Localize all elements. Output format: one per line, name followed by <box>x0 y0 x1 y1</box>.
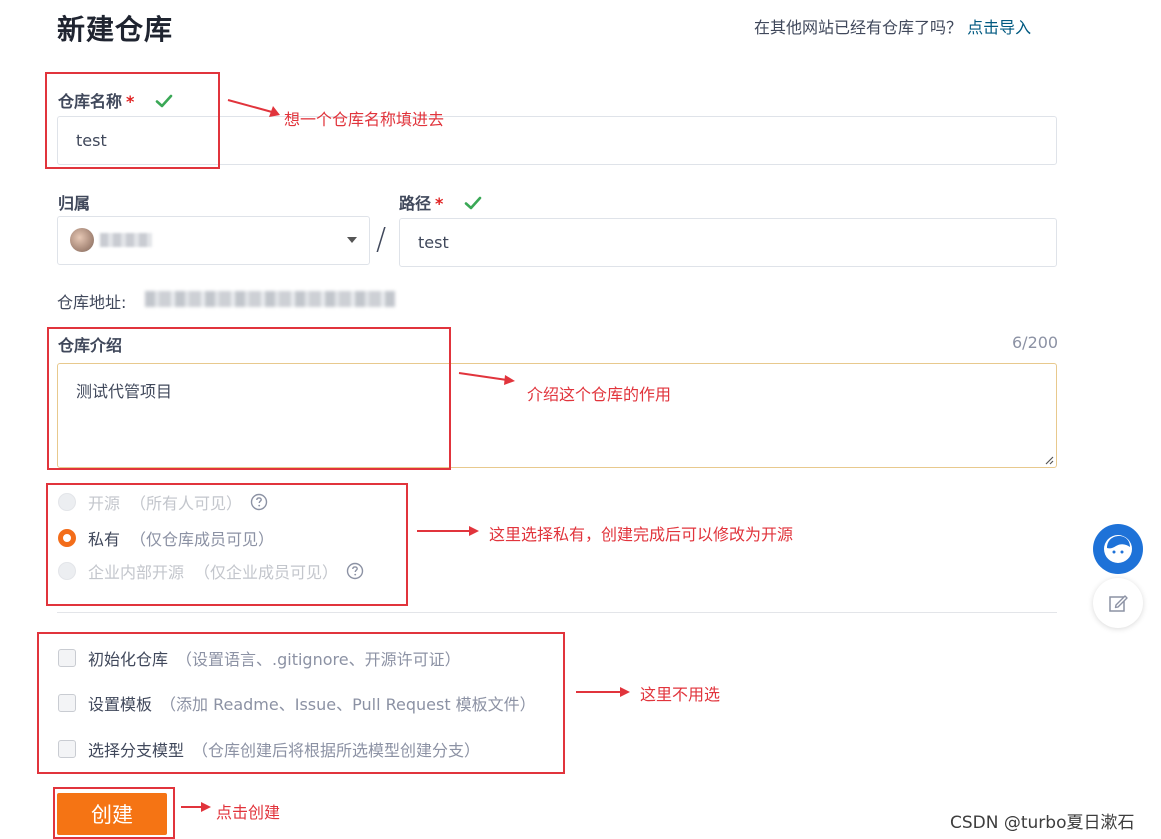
annotation-box-description <box>47 327 451 470</box>
description-counter: 6/200 <box>1012 333 1059 352</box>
import-hint: 在其他网站已经有仓库了吗？ 点击导入 <box>754 14 1031 38</box>
caret-down-icon <box>347 237 357 243</box>
check-icon <box>464 196 482 210</box>
annotation-box-extras <box>37 632 565 774</box>
annotation-description: 介绍这个仓库的作用 <box>527 385 672 404</box>
path-label: 路径 * <box>399 190 483 214</box>
annotation-visibility: 这里选择私有，创建完成后可以修改为开源 <box>489 525 794 544</box>
path-input[interactable]: test <box>399 218 1057 267</box>
path-value: test <box>418 233 449 252</box>
owner-label: 归属 <box>58 194 91 213</box>
annotation-extras: 这里不用选 <box>640 685 721 704</box>
annotation-arrow-submit <box>181 802 211 812</box>
annotation-arrow-description <box>458 372 515 385</box>
annotation-box-name <box>45 72 220 169</box>
assistant-face-icon <box>1104 535 1132 563</box>
owner-select[interactable] <box>57 216 370 265</box>
owner-avatar <box>70 228 94 252</box>
annotation-arrow-visibility <box>417 526 479 536</box>
repo-address-label: 仓库地址: <box>57 293 127 312</box>
import-link[interactable]: 点击导入 <box>967 18 1031 37</box>
edit-glyph-icon <box>1109 595 1128 612</box>
import-prompt: 在其他网站已经有仓库了吗？ <box>754 18 963 37</box>
required-mark: * <box>435 194 444 213</box>
annotation-name: 想一个仓库名称填进去 <box>284 110 445 129</box>
annotation-arrow-extras <box>576 687 630 697</box>
watermark: CSDN @turbo夏日漱石 <box>950 813 1135 833</box>
page-title: 新建仓库 <box>57 13 174 46</box>
section-divider <box>57 612 1057 613</box>
edit-icon[interactable] <box>1093 578 1143 628</box>
path-label-text: 路径 <box>399 194 432 213</box>
repo-address-redacted <box>145 291 395 307</box>
annotation-box-visibility <box>46 483 408 606</box>
path-separator: / <box>376 222 387 257</box>
owner-name-redacted <box>100 233 152 247</box>
annotation-box-submit <box>53 787 175 839</box>
annotation-submit: 点击创建 <box>216 803 281 822</box>
assistant-avatar-icon[interactable] <box>1093 524 1143 574</box>
resize-grip-icon[interactable] <box>1044 455 1054 465</box>
annotation-arrow-name <box>227 99 280 117</box>
